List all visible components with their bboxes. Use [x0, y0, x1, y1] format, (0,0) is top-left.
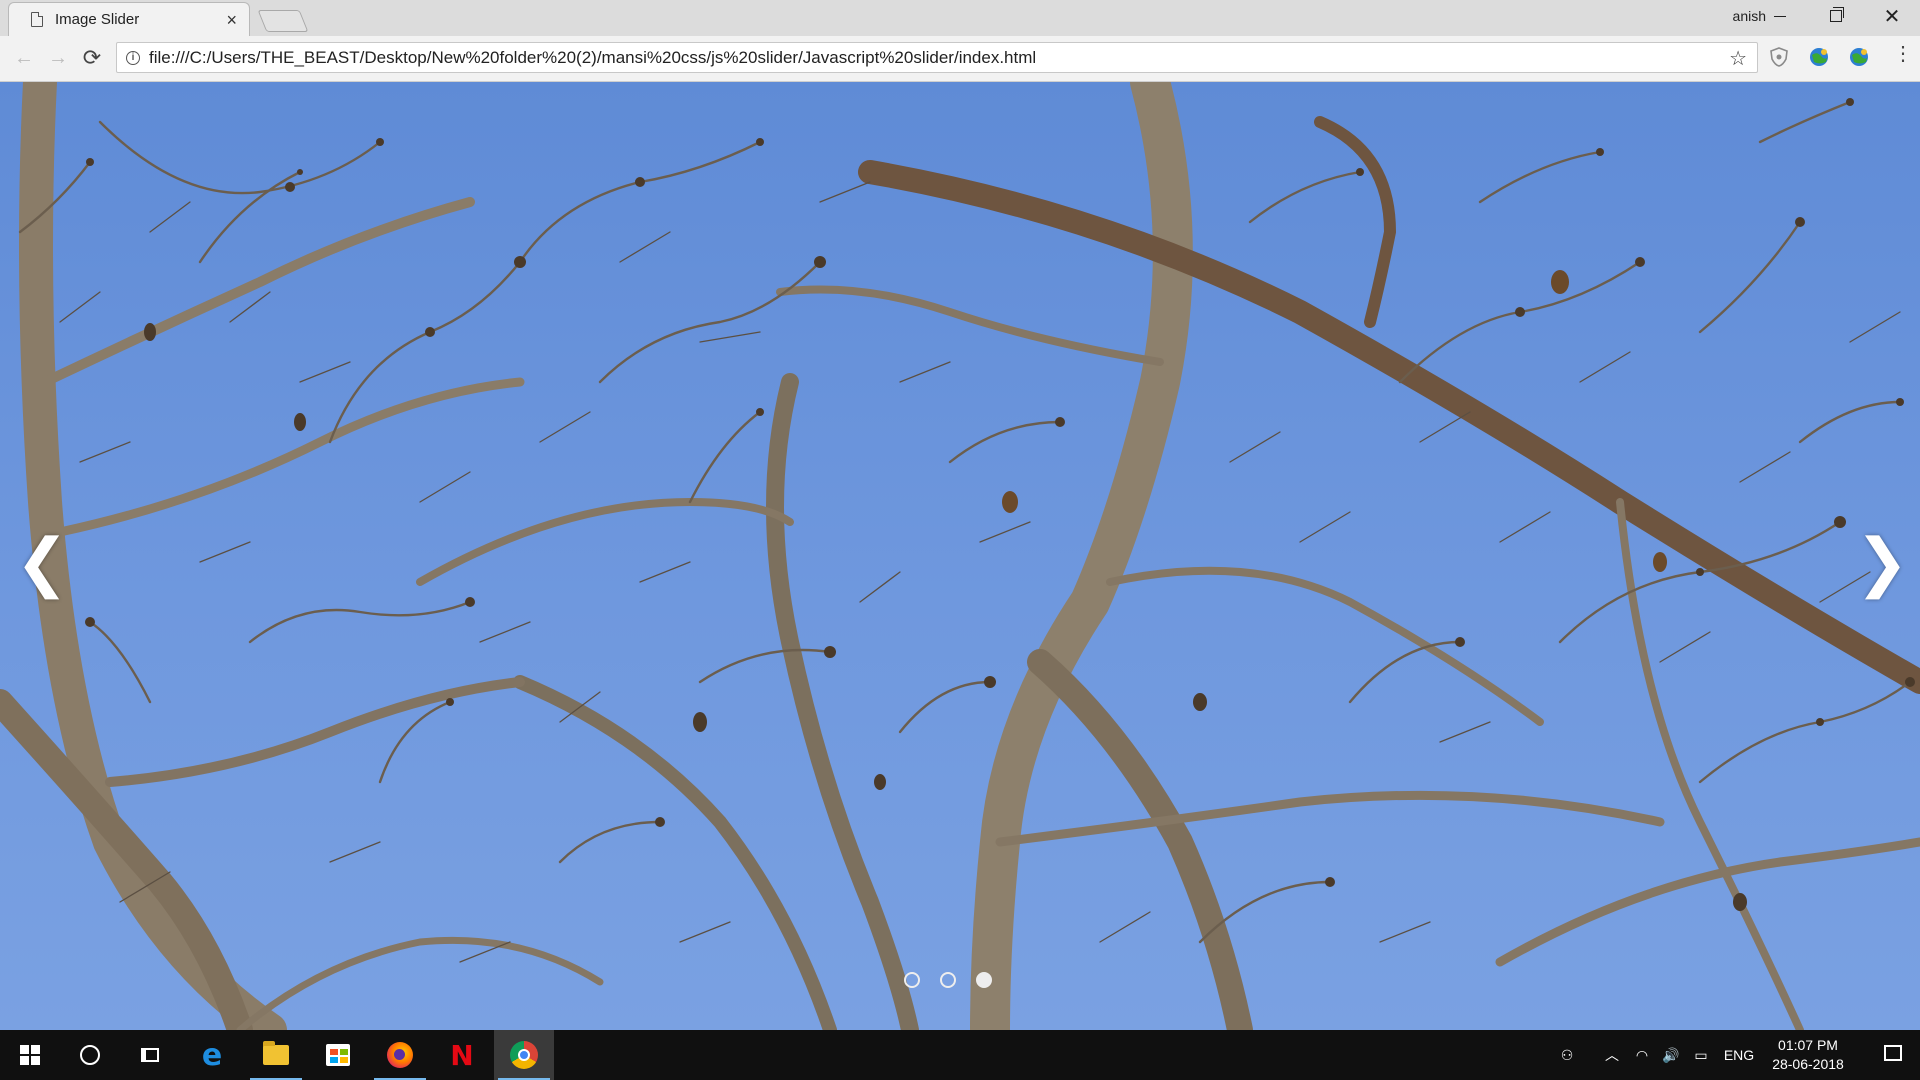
slide-dot-2[interactable]: [940, 972, 956, 988]
language-button[interactable]: ENG: [1720, 1030, 1758, 1080]
globe-extension-icon-2[interactable]: [1848, 46, 1870, 68]
chrome-icon: [510, 1041, 538, 1069]
back-button[interactable]: ←: [10, 44, 38, 72]
slide-image-tree-branches: [0, 82, 1920, 1030]
store-button[interactable]: [308, 1030, 368, 1080]
forward-button[interactable]: →: [44, 44, 72, 72]
action-center-icon[interactable]: [1884, 1045, 1902, 1061]
windows-logo-icon: [20, 1045, 40, 1065]
restore-icon: [1830, 7, 1844, 22]
clock-date: 28-06-2018: [1772, 1056, 1844, 1072]
chevron-left-icon: ❮: [15, 526, 69, 598]
close-icon: ✕: [1883, 5, 1901, 28]
browser-menu-icon[interactable]: ⋮: [1893, 44, 1913, 64]
new-tab-button[interactable]: [257, 10, 309, 32]
cortana-button[interactable]: [60, 1030, 120, 1080]
volume-icon: 🔊: [1662, 1046, 1680, 1063]
globe-extension-icon[interactable]: [1808, 46, 1830, 68]
minimize-icon: [1774, 15, 1786, 17]
task-view-icon: [141, 1048, 159, 1062]
people-button[interactable]: ⚇: [1552, 1030, 1582, 1080]
file-explorer-button[interactable]: [246, 1030, 306, 1080]
chrome-button[interactable]: [494, 1030, 554, 1080]
tab-close-icon[interactable]: ×: [226, 11, 237, 29]
slide-indicators: [904, 972, 992, 988]
tab-title: Image Slider: [55, 11, 140, 28]
chevron-right-icon: ❯: [1855, 526, 1909, 598]
back-arrow-icon: ←: [14, 46, 34, 69]
url-text[interactable]: file:///C:/Users/THE_BEAST/Desktop/New%2…: [149, 48, 1036, 68]
window-close-button[interactable]: ✕: [1864, 0, 1920, 32]
show-hidden-icons-button[interactable]: ︿: [1600, 1030, 1624, 1080]
battery-button[interactable]: ▭: [1688, 1030, 1714, 1080]
language-indicator: ENG: [1723, 1047, 1755, 1063]
bookmark-star-icon[interactable]: ☆: [1729, 46, 1747, 71]
browser-toolbar: ← → ⟳ i file:///C:/Users/THE_BEAST/Deskt…: [0, 36, 1920, 82]
windows-taskbar: e N ⚇ ︿ ◠ 🔊 ▭ ENG 01:07 PM 28-06-2018: [0, 1030, 1920, 1080]
store-icon: [326, 1044, 350, 1066]
edge-icon: e: [201, 1037, 223, 1073]
reload-button[interactable]: ⟳: [78, 44, 106, 72]
volume-button[interactable]: 🔊: [1658, 1030, 1684, 1080]
tab-strip: Image Slider × anish ✕: [0, 0, 1920, 36]
slide-dot-3[interactable]: [976, 972, 992, 988]
restore-button[interactable]: [1808, 0, 1864, 32]
info-icon[interactable]: i: [126, 50, 140, 65]
firefox-icon: [387, 1042, 413, 1068]
address-bar[interactable]: i file:///C:/Users/THE_BEAST/Desktop/New…: [116, 42, 1758, 73]
clock[interactable]: 01:07 PM 28-06-2018: [1768, 1036, 1848, 1074]
chevron-up-icon: ︿: [1605, 1047, 1619, 1063]
task-view-button[interactable]: [120, 1030, 180, 1080]
slide-dot-1[interactable]: [904, 972, 920, 988]
shield-extension-icon[interactable]: [1768, 46, 1790, 68]
reload-icon: ⟳: [82, 45, 102, 70]
tab-image-slider[interactable]: Image Slider ×: [8, 2, 250, 36]
edge-button[interactable]: e: [182, 1030, 242, 1080]
netflix-button[interactable]: N: [432, 1030, 492, 1080]
people-icon: ⚇: [1560, 1046, 1574, 1063]
netflix-icon: N: [450, 1038, 474, 1072]
image-slider: ❮ ❯: [0, 82, 1920, 1030]
previous-slide-button[interactable]: ❮: [12, 522, 72, 602]
forward-arrow-icon: →: [48, 46, 68, 69]
firefox-button[interactable]: [370, 1030, 430, 1080]
cortana-icon: [80, 1045, 100, 1065]
file-explorer-icon: [263, 1041, 289, 1065]
network-button[interactable]: ◠: [1630, 1030, 1654, 1080]
next-slide-button[interactable]: ❯: [1852, 522, 1912, 602]
wifi-icon: ◠: [1635, 1046, 1649, 1063]
battery-icon: ▭: [1694, 1046, 1708, 1063]
page-icon: [31, 12, 43, 27]
clock-time: 01:07 PM: [1778, 1037, 1838, 1053]
start-button[interactable]: [0, 1030, 60, 1080]
minimize-button[interactable]: [1752, 0, 1808, 32]
